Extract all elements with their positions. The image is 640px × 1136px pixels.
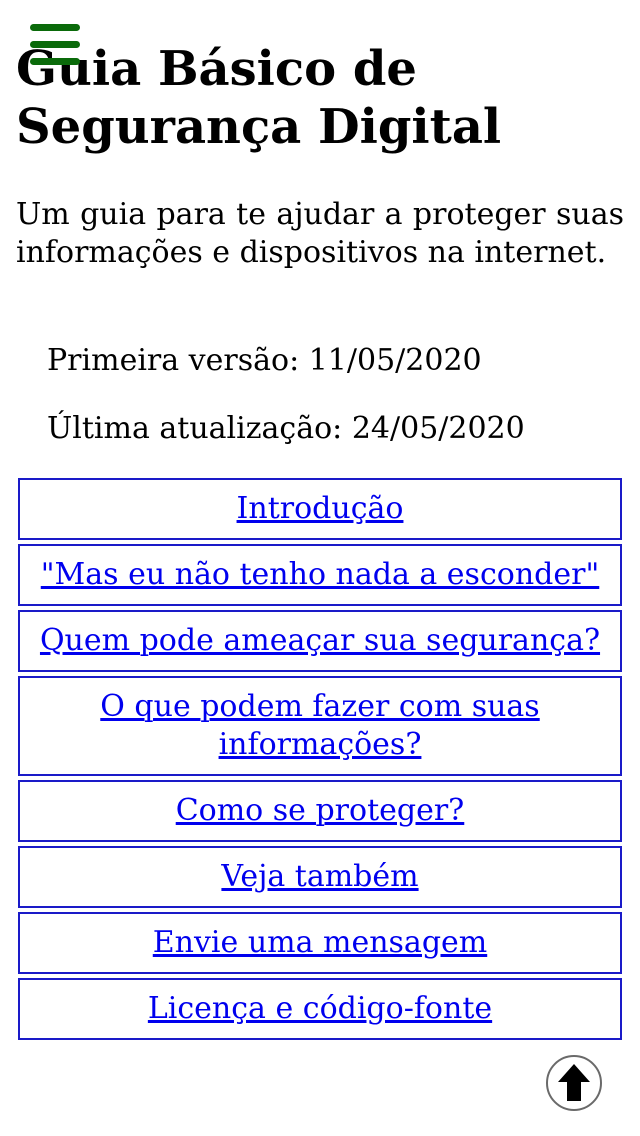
nav-item-nada-a-esconder[interactable]: "Mas eu não tenho nada a esconder"	[18, 544, 622, 606]
last-update-date: Última atualização: 24/05/2020	[47, 411, 525, 446]
nav-item-introducao[interactable]: Introdução	[18, 478, 622, 540]
arrow-up-icon	[558, 1064, 590, 1101]
intro-text: Um guia para te ajudar a proteger suas i…	[16, 197, 624, 270]
page-title: Guia Básico de Segurança Digital	[16, 41, 502, 155]
nav-item-licenca[interactable]: Licença e código-fonte	[18, 978, 622, 1040]
table-of-contents: Introdução "Mas eu não tenho nada a esco…	[18, 478, 622, 1044]
back-to-top-button[interactable]	[546, 1055, 602, 1111]
nav-item-envie-mensagem[interactable]: Envie uma mensagem	[18, 912, 622, 974]
menu-bar	[30, 41, 80, 48]
nav-item-o-que-podem-fazer[interactable]: O que podem fazer com suas informações?	[18, 676, 622, 776]
menu-bar	[30, 58, 80, 65]
menu-bar	[30, 24, 80, 31]
nav-item-quem-pode-ameacar[interactable]: Quem pode ameaçar sua segurança?	[18, 610, 622, 672]
hamburger-menu-icon[interactable]	[30, 24, 80, 66]
first-version-date: Primeira versão: 11/05/2020	[47, 343, 482, 378]
nav-item-veja-tambem[interactable]: Veja também	[18, 846, 622, 908]
nav-item-como-se-proteger[interactable]: Como se proteger?	[18, 780, 622, 842]
